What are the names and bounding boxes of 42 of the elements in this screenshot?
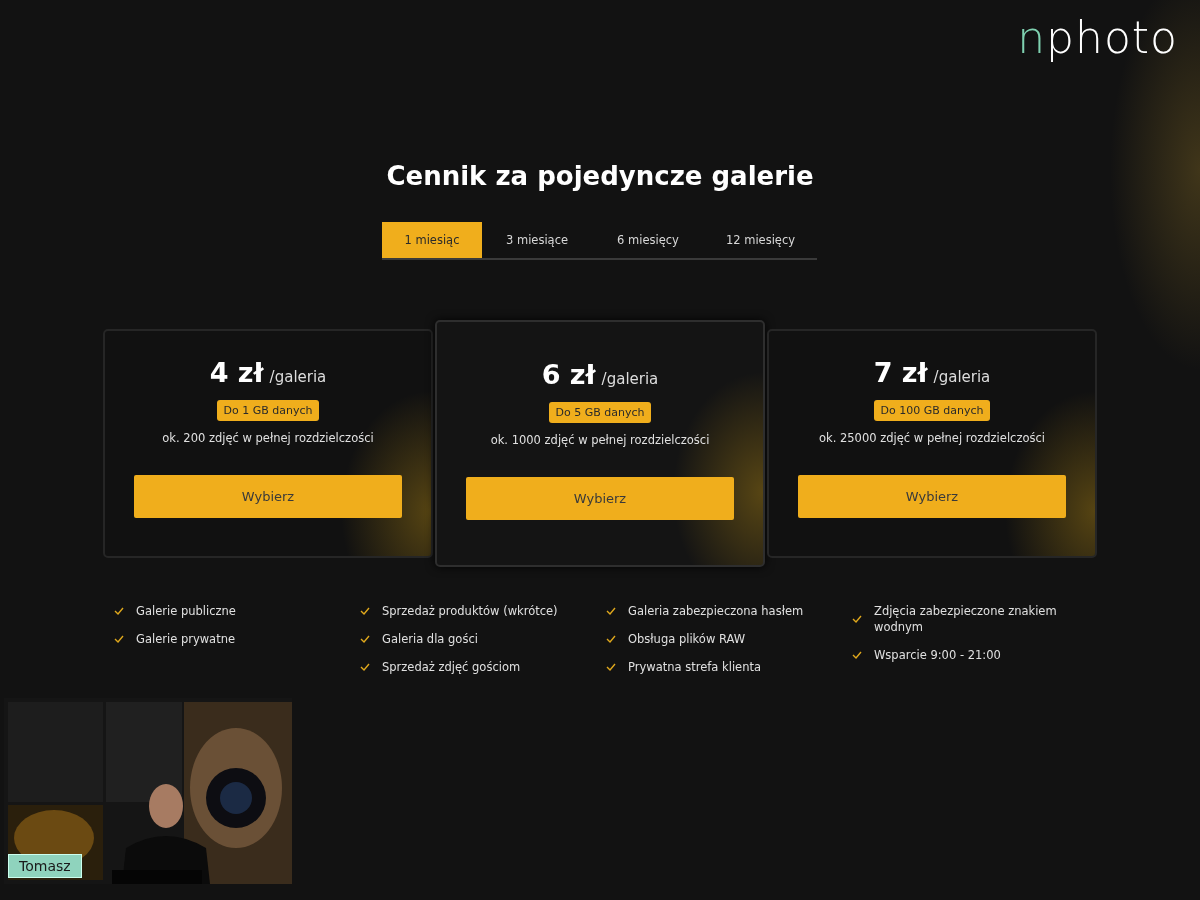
period-tab[interactable]: 3 miesiące [482,222,592,258]
check-icon [852,651,862,659]
price-unit: /galeria [601,370,659,388]
storage-badge: Do 5 GB danych [548,402,652,423]
plan-description: ok. 1000 zdjęć w pełnej rozdzielczości [490,433,710,447]
check-icon [606,607,616,615]
check-icon [606,663,616,671]
storage-badge: Do 100 GB danych [873,400,991,421]
price-unit: /galeria [269,368,327,386]
price: 6 zł [541,359,596,390]
period-tab[interactable]: 6 miesięcy [592,222,704,258]
period-tab[interactable]: 1 miesiąc [382,222,482,258]
logo: n photo [1017,11,1178,62]
feature-text: Wsparcie 9:00 - 21:00 [874,647,1001,663]
check-icon [360,635,370,643]
feature-text: Obsługa plików RAW [628,631,746,647]
check-icon [114,635,124,643]
page-title: Cennik za pojedyncze galerie [385,160,815,193]
name-tag: Tomasz [8,854,82,878]
plan-description: ok. 200 zdjęć w pełnej rozdzielczości [162,431,374,445]
price: 4 zł [209,357,264,388]
feature-text: Sprzedaż produktów (wkrótce) [382,603,558,619]
price-unit: /galeria [933,368,991,386]
check-icon [114,607,124,615]
feature-text: Galeria dla gości [382,631,478,647]
check-icon [360,607,370,615]
check-icon [852,615,862,623]
choose-button[interactable]: Wybierz [134,475,402,518]
feature-text: Sprzedaż zdjęć gościom [382,659,521,675]
price: 7 zł [873,357,928,388]
plan-description: ok. 25000 zdjęć w pełnej rozdzielczości [819,431,1045,445]
feature-text: Prywatna strefa klienta [628,659,761,675]
storage-badge: Do 1 GB danych [216,400,320,421]
feature-text: Zdjęcia zabezpieczone znakiem wodnym [874,603,1058,635]
choose-button[interactable]: Wybierz [466,477,734,520]
feature-text: Galeria zabezpieczona hasłem [628,603,804,619]
feature-text: Galerie publiczne [136,603,236,619]
feature-text: Galerie prywatne [136,631,236,647]
choose-button[interactable]: Wybierz [798,475,1066,518]
check-icon [606,635,616,643]
period-tab[interactable]: 12 miesięcy [704,222,817,258]
check-icon [360,663,370,671]
